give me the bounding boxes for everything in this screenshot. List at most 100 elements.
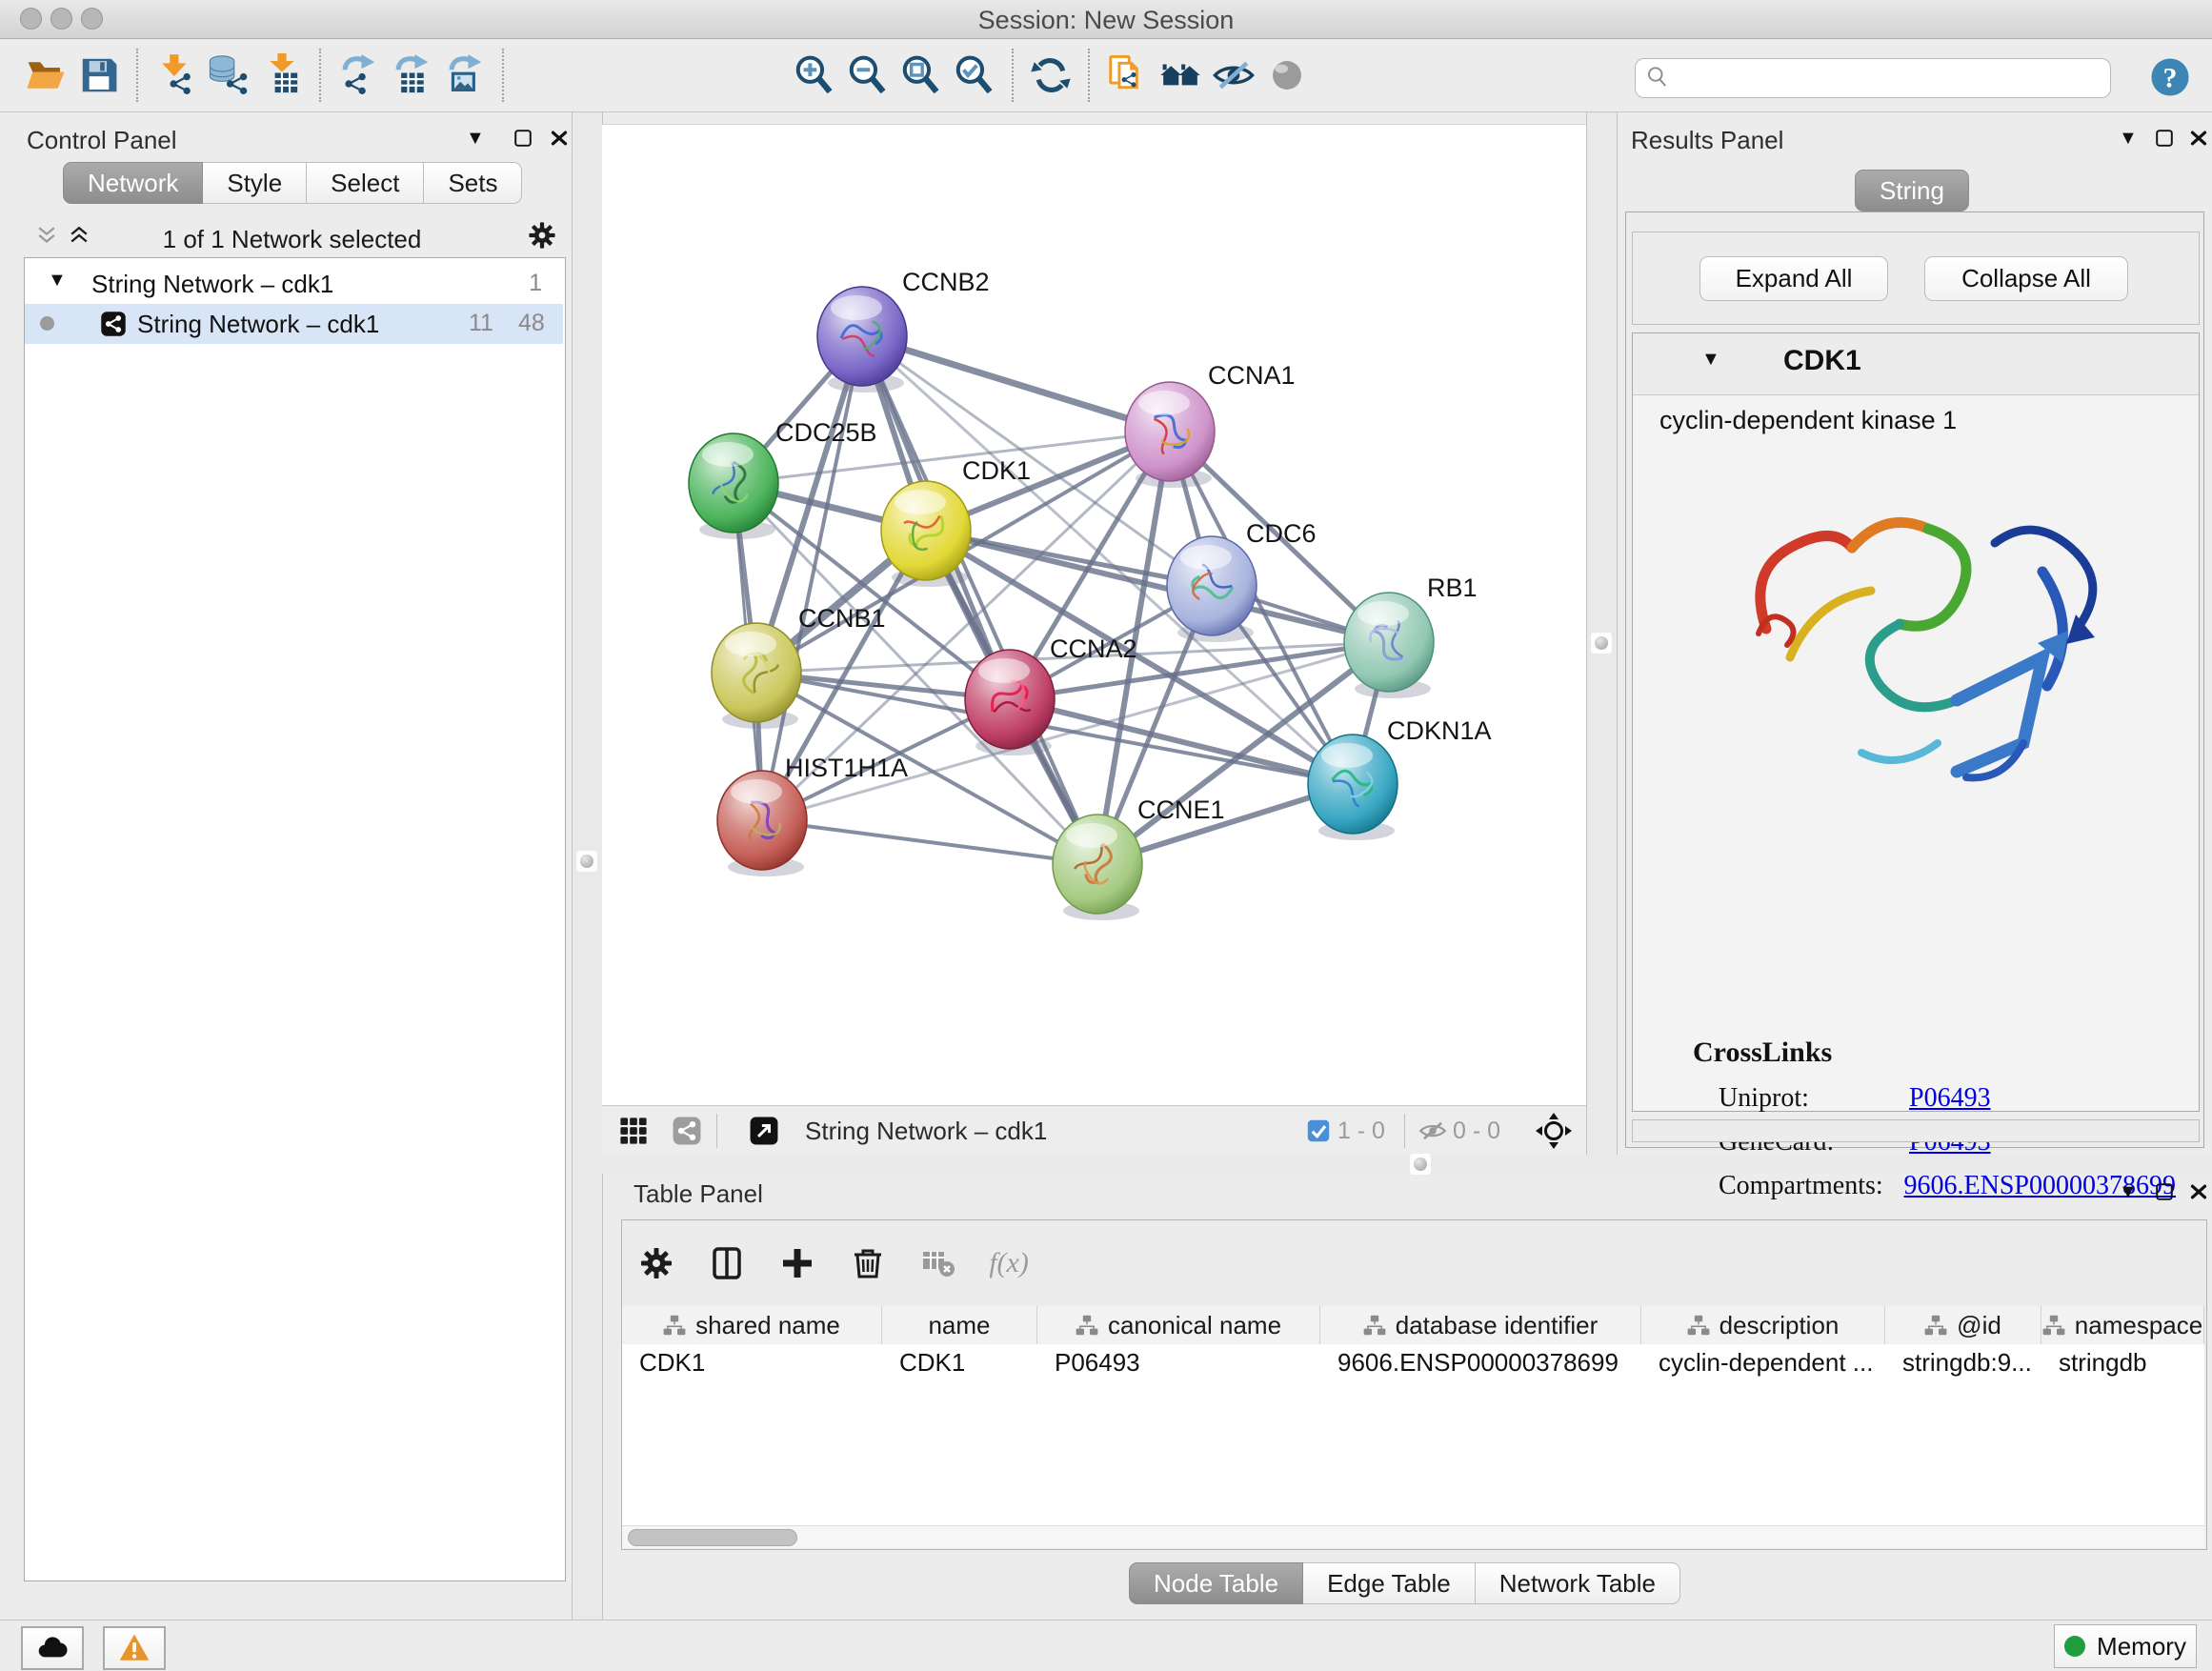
collapse-panel-icon[interactable]: ▼ — [466, 128, 485, 150]
zoom-out-icon[interactable] — [846, 53, 890, 97]
expand-collapse-bar: Expand All Collapse All — [1632, 232, 2200, 325]
tab-network[interactable]: Network — [63, 162, 203, 204]
column-header--id[interactable]: @id — [1885, 1306, 2041, 1344]
table-cell[interactable]: stringdb — [2041, 1344, 2204, 1380]
tab-sets[interactable]: Sets — [424, 162, 522, 204]
left-splitter-grip[interactable] — [576, 851, 597, 872]
import-database-icon[interactable] — [207, 53, 251, 97]
collection-expand-icon[interactable]: ▼ — [48, 270, 67, 292]
hide-selected-icon[interactable] — [1212, 53, 1256, 97]
collapse-panel-icon[interactable]: ▼ — [2119, 1181, 2138, 1203]
network-graph[interactable]: CCNB2CCNA1CDC25BCDK1CDC6RB1CCNB1CCNA2CDK… — [602, 125, 1586, 1106]
table-cell[interactable]: stringdb:9... — [1885, 1344, 2041, 1380]
trash-icon[interactable] — [849, 1244, 887, 1282]
column-header-database-identifier[interactable]: database identifier — [1320, 1306, 1641, 1344]
column-header-namespace[interactable]: namespace — [2041, 1306, 2204, 1344]
application-window: Session: New Session ? Control Panel ▼ N… — [0, 0, 2212, 1671]
expand-all-button[interactable]: Expand All — [1699, 256, 1888, 301]
table-container: f(x) shared namenamecanonical namedataba… — [621, 1219, 2207, 1550]
new-network-from-selection-icon[interactable] — [1105, 53, 1149, 97]
node-label: CDC25B — [775, 418, 877, 447]
tab-network-table[interactable]: Network Table — [1476, 1562, 1680, 1604]
tab-select[interactable]: Select — [307, 162, 424, 204]
gene-description: cyclin-dependent kinase 1 — [1659, 406, 1957, 435]
horizontal-scrollbar[interactable] — [622, 1525, 2204, 1548]
gear-icon[interactable] — [637, 1244, 675, 1282]
show-all-icon[interactable] — [1265, 53, 1309, 97]
help-icon[interactable]: ? — [2148, 55, 2192, 99]
share-gray-icon[interactable] — [671, 1115, 703, 1147]
table-cell[interactable]: CDK1 — [882, 1344, 1037, 1380]
column-header-canonical-name[interactable]: canonical name — [1037, 1306, 1320, 1344]
tree-icon — [663, 1314, 686, 1337]
column-header-shared-name[interactable]: shared name — [622, 1306, 882, 1344]
warnings-button[interactable] — [103, 1626, 166, 1670]
network-collection-row[interactable]: ▼ String Network – cdk1 1 — [25, 266, 563, 302]
results-panel-title: Results Panel — [1631, 126, 1783, 155]
checkbox-icon[interactable] — [1305, 1117, 1332, 1144]
import-network-icon[interactable] — [153, 53, 197, 97]
float-icon[interactable] — [2152, 1179, 2177, 1204]
next-gene-section-sliver — [1632, 1119, 2200, 1142]
crosslink-link[interactable]: P06493 — [1909, 1083, 1991, 1114]
table-cell[interactable]: cyclin-dependent ... — [1641, 1344, 1885, 1380]
zoom-fit-icon[interactable] — [899, 53, 943, 97]
network-view-title: String Network – cdk1 — [805, 1117, 1047, 1146]
column-header-name[interactable]: name — [882, 1306, 1037, 1344]
right-splitter[interactable] — [1586, 112, 1618, 1155]
eye-mini-icon[interactable] — [1418, 1117, 1447, 1145]
tab-style[interactable]: Style — [203, 162, 307, 204]
node-label: CCNE1 — [1137, 795, 1225, 824]
memory-label: Memory — [2097, 1632, 2186, 1661]
arrow-box-icon[interactable] — [748, 1115, 780, 1147]
gene-expand-icon[interactable]: ▼ — [1701, 349, 1720, 371]
crosshair-icon[interactable] — [1535, 1112, 1573, 1150]
network-row-selected[interactable]: String Network – cdk1 11 48 — [25, 304, 563, 344]
network-list: ▼ String Network – cdk1 1 String Network… — [24, 257, 566, 1581]
zoom-in-icon[interactable] — [793, 53, 836, 97]
collection-count: 1 — [529, 270, 542, 297]
left-splitter[interactable] — [572, 112, 603, 1620]
gene-header[interactable]: ▼ CDK1 — [1633, 333, 2199, 395]
collapse-panel-icon[interactable]: ▼ — [2119, 128, 2138, 150]
table-cell[interactable]: 9606.ENSP00000378699 — [1320, 1344, 1641, 1380]
horizontal-splitter-grip[interactable] — [1410, 1154, 1431, 1175]
cloud-status-button[interactable] — [21, 1626, 84, 1670]
zoom-selected-icon[interactable] — [953, 53, 996, 97]
horizontal-splitter[interactable] — [602, 1155, 2212, 1174]
save-session-icon[interactable] — [77, 53, 121, 97]
table-row[interactable]: CDK1CDK1P064939606.ENSP00000378699cyclin… — [622, 1344, 2204, 1380]
svg-text:?: ? — [2163, 62, 2178, 93]
close-icon[interactable] — [2186, 126, 2211, 151]
search-input[interactable] — [1678, 61, 2101, 93]
column-header-description[interactable]: description — [1641, 1306, 1885, 1344]
network-node: HIST1H1A — [717, 754, 908, 876]
first-neighbors-icon[interactable] — [1158, 53, 1202, 97]
plus-icon[interactable] — [778, 1244, 816, 1282]
open-session-icon[interactable] — [24, 53, 68, 97]
control-panel-title: Control Panel — [27, 126, 177, 155]
export-network-icon[interactable] — [336, 53, 380, 97]
close-icon[interactable] — [2186, 1179, 2211, 1204]
memory-button[interactable]: Memory — [2054, 1624, 2197, 1668]
export-table-icon[interactable] — [390, 53, 433, 97]
table-cell[interactable]: P06493 — [1037, 1344, 1320, 1380]
scrollbar-thumb[interactable] — [628, 1529, 797, 1546]
layout-refresh-icon[interactable] — [1029, 53, 1073, 97]
gear-icon[interactable] — [526, 219, 558, 252]
collapse-all-button[interactable]: Collapse All — [1924, 256, 2128, 301]
float-icon[interactable] — [2152, 126, 2177, 151]
import-table-icon[interactable] — [260, 53, 304, 97]
close-icon[interactable] — [547, 126, 572, 151]
crosslink-row: Uniprot:P06493 — [1719, 1077, 2176, 1120]
columns-icon[interactable] — [708, 1244, 746, 1282]
table-cell[interactable]: CDK1 — [622, 1344, 882, 1380]
grid-icon[interactable] — [617, 1115, 650, 1147]
right-splitter-grip[interactable] — [1591, 633, 1612, 654]
tab-string[interactable]: String — [1855, 170, 1969, 211]
network-canvas[interactable]: CCNB2CCNA1CDC25BCDK1CDC6RB1CCNB1CCNA2CDK… — [602, 124, 1586, 1106]
float-icon[interactable] — [511, 126, 535, 151]
export-image-icon[interactable] — [443, 53, 487, 97]
tab-node-table[interactable]: Node Table — [1129, 1562, 1303, 1604]
tab-edge-table[interactable]: Edge Table — [1303, 1562, 1476, 1604]
